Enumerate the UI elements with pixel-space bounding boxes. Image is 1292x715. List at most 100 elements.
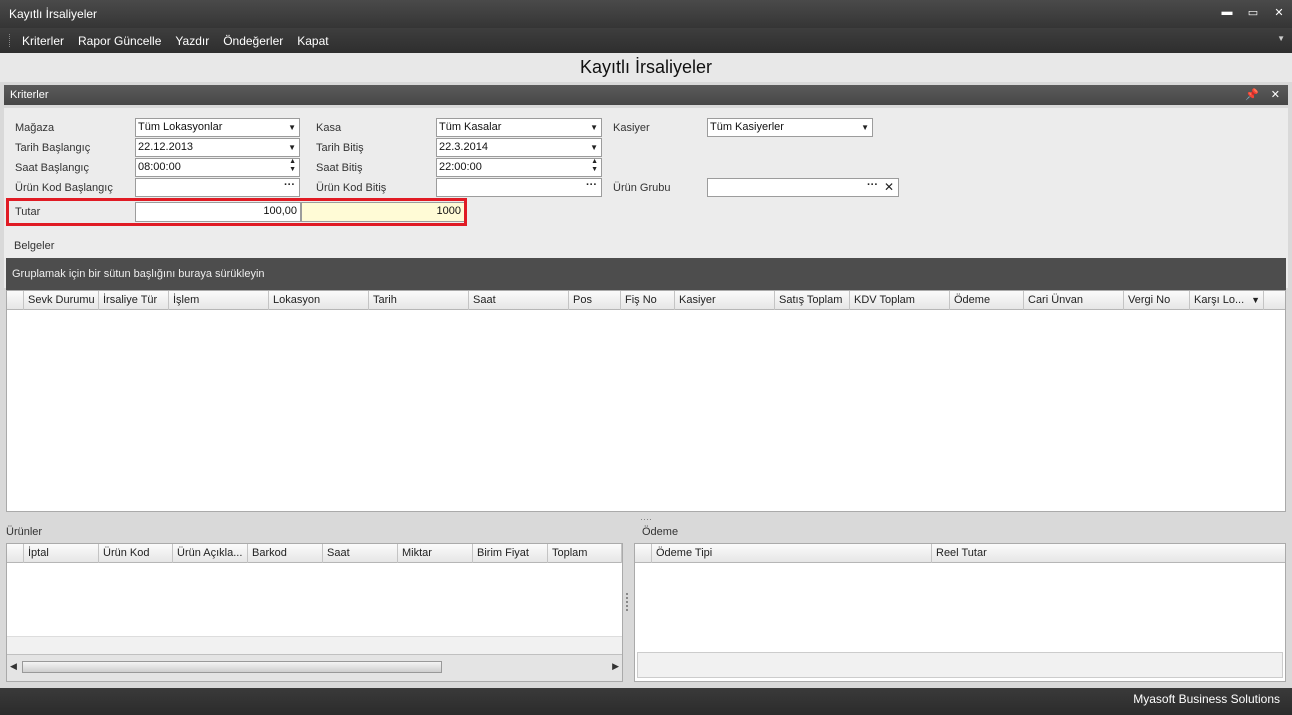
kriterler-panel-header: Kriterler 📌 ✕: [4, 85, 1288, 105]
scroll-left-icon[interactable]: ◀: [10, 661, 17, 672]
chevron-down-icon[interactable]: ▼: [590, 119, 598, 136]
col-saat[interactable]: Saat: [323, 544, 398, 563]
menu-ondegerler[interactable]: Öndeğerler: [216, 34, 290, 48]
menu-rapor-guncelle[interactable]: Rapor Güncelle: [71, 34, 168, 48]
window-controls: ▬ ▭ ✕: [1220, 6, 1286, 19]
col-vergi-no[interactable]: Vergi No: [1124, 291, 1190, 310]
col-karsi-lo-label: Karşı Lo...: [1194, 294, 1245, 306]
col-iptal[interactable]: İptal: [24, 544, 99, 563]
magaza-label: Mağaza: [15, 122, 55, 134]
tarih-baslangic-value: 22.12.2013: [138, 141, 194, 153]
menu-bar: Kriterler Rapor Güncelle Yazdır Öndeğerl…: [0, 28, 1292, 53]
panel-close-icon[interactable]: ✕: [1271, 85, 1280, 105]
window-title: Kayıtlı İrsaliyeler: [9, 7, 98, 21]
ellipsis-icon[interactable]: ···: [867, 177, 878, 194]
odeme-header: Ödeme Tipi Reel Tutar: [635, 544, 1285, 563]
kasa-label: Kasa: [316, 122, 342, 134]
kriterler-title: Kriterler: [10, 89, 49, 101]
col-urun-kod[interactable]: Ürün Kod: [99, 544, 173, 563]
saat-bitis-label: Saat Bitiş: [316, 162, 363, 174]
highlight-box: [6, 198, 467, 226]
spin-arrows-icon[interactable]: ▲ ▼: [289, 158, 296, 174]
urun-grubu-field[interactable]: ··· ✕: [707, 178, 899, 197]
kasa-value: Tüm Kasalar: [439, 121, 502, 133]
urunler-hscroll[interactable]: ◀ ▶: [7, 654, 622, 681]
kasa-select[interactable]: Tüm Kasalar ▼: [436, 118, 602, 137]
magaza-select[interactable]: Tüm Lokasyonlar ▼: [135, 118, 300, 137]
belgeler-grid[interactable]: Sevk Durumu İrsaliye Tür İşlem Lokasyon …: [6, 290, 1286, 512]
urun-kod-bitis-label: Ürün Kod Bitiş: [316, 182, 387, 194]
main-area: Kayıtlı İrsaliyeler Kriterler 📌 ✕ Mağaza…: [0, 53, 1292, 688]
kasiyer-label: Kasiyer: [613, 122, 650, 134]
belgeler-header: Sevk Durumu İrsaliye Tür İşlem Lokasyon …: [7, 291, 1285, 310]
col-islem[interactable]: İşlem: [169, 291, 269, 310]
urunler-header: İptal Ürün Kod Ürün Açıkla... Barkod Saa…: [7, 544, 622, 563]
col-karsi-lo[interactable]: Karşı Lo... ▼: [1190, 291, 1264, 310]
company-name: Myasoft Business Solutions: [1133, 692, 1280, 706]
col-irsaliye-tur[interactable]: İrsaliye Tür: [99, 291, 169, 310]
tarih-baslangic-picker[interactable]: 22.12.2013 ▼: [135, 138, 300, 157]
urunler-grid[interactable]: İptal Ürün Kod Ürün Açıkla... Barkod Saa…: [6, 543, 623, 682]
pin-icon[interactable]: 📌: [1245, 85, 1259, 105]
col-fis-no[interactable]: Fiş No: [621, 291, 675, 310]
urun-kod-bitis-field[interactable]: ···: [436, 178, 602, 197]
saat-bitis-value: 22:00:00: [439, 161, 482, 173]
odeme-footer: [637, 652, 1283, 678]
ellipsis-icon[interactable]: ···: [586, 177, 597, 194]
chevron-down-icon[interactable]: ▼: [288, 119, 296, 136]
ellipsis-icon[interactable]: ···: [284, 177, 295, 194]
col-urun-aciklama[interactable]: Ürün Açıkla...: [173, 544, 248, 563]
chevron-down-icon[interactable]: ▼: [861, 119, 869, 136]
menu-yazdir[interactable]: Yazdır: [168, 34, 216, 48]
col-cari-unvan[interactable]: Cari Ünvan: [1024, 291, 1124, 310]
col-tarih[interactable]: Tarih: [369, 291, 469, 310]
toolbar-grip[interactable]: [9, 34, 12, 47]
col-birim-fiyat[interactable]: Birim Fiyat: [473, 544, 548, 563]
belgeler-title: Belgeler: [14, 240, 55, 252]
close-icon[interactable]: ✕: [1272, 6, 1286, 19]
row-indicator-header: [7, 544, 24, 563]
scroll-thumb[interactable]: [22, 661, 442, 673]
menu-kriterler[interactable]: Kriterler: [15, 34, 71, 48]
toolbar-options-icon[interactable]: ▼: [1277, 34, 1285, 43]
col-kdv-toplam[interactable]: KDV Toplam: [850, 291, 950, 310]
col-barkod[interactable]: Barkod: [248, 544, 323, 563]
chevron-down-icon[interactable]: ▼: [288, 139, 296, 156]
kasiyer-value: Tüm Kasiyerler: [710, 121, 784, 133]
filter-dropdown-icon[interactable]: ▼: [1251, 291, 1260, 309]
col-odeme[interactable]: Ödeme: [950, 291, 1024, 310]
splitter-grip-icon[interactable]: ····: [640, 514, 652, 524]
col-sevk-durumu[interactable]: Sevk Durumu: [24, 291, 99, 310]
col-lokasyon[interactable]: Lokasyon: [269, 291, 369, 310]
col-satis-toplam[interactable]: Satış Toplam: [775, 291, 850, 310]
col-pos[interactable]: Pos: [569, 291, 621, 310]
col-kasiyer[interactable]: Kasiyer: [675, 291, 775, 310]
col-toplam[interactable]: Toplam: [548, 544, 622, 563]
kasiyer-select[interactable]: Tüm Kasiyerler ▼: [707, 118, 873, 137]
col-odeme-tipi[interactable]: Ödeme Tipi: [652, 544, 932, 563]
saat-bitis-spinner[interactable]: 22:00:00 ▲ ▼: [436, 158, 602, 177]
spin-arrows-icon[interactable]: ▲ ▼: [591, 158, 598, 174]
urun-kod-baslangic-field[interactable]: ···: [135, 178, 300, 197]
clear-icon[interactable]: ✕: [884, 179, 894, 196]
scroll-right-icon[interactable]: ▶: [612, 661, 619, 672]
col-saat[interactable]: Saat: [469, 291, 569, 310]
chevron-down-icon[interactable]: ▼: [590, 139, 598, 156]
urun-grubu-label: Ürün Grubu: [613, 182, 671, 194]
col-reel-tutar[interactable]: Reel Tutar: [932, 544, 1284, 563]
tarih-bitis-picker[interactable]: 22.3.2014 ▼: [436, 138, 602, 157]
magaza-value: Tüm Lokasyonlar: [138, 121, 223, 133]
urunler-title: Ürünler: [6, 526, 43, 538]
menu-kapat[interactable]: Kapat: [290, 34, 335, 48]
vertical-splitter-grip[interactable]: [626, 593, 629, 611]
minimize-icon[interactable]: ▬: [1220, 6, 1234, 19]
page-title: Kayıtlı İrsaliyeler: [0, 53, 1292, 82]
group-panel[interactable]: Gruplamak için bir sütun başlığını buray…: [6, 258, 1286, 290]
col-miktar[interactable]: Miktar: [398, 544, 473, 563]
odeme-grid[interactable]: Ödeme Tipi Reel Tutar: [634, 543, 1286, 682]
maximize-icon[interactable]: ▭: [1246, 6, 1260, 19]
saat-baslangic-spinner[interactable]: 08:00:00 ▲ ▼: [135, 158, 300, 177]
tarih-bitis-value: 22.3.2014: [439, 141, 488, 153]
urun-kod-baslangic-label: Ürün Kod Başlangıç: [15, 182, 113, 194]
urunler-footer: [7, 636, 622, 654]
